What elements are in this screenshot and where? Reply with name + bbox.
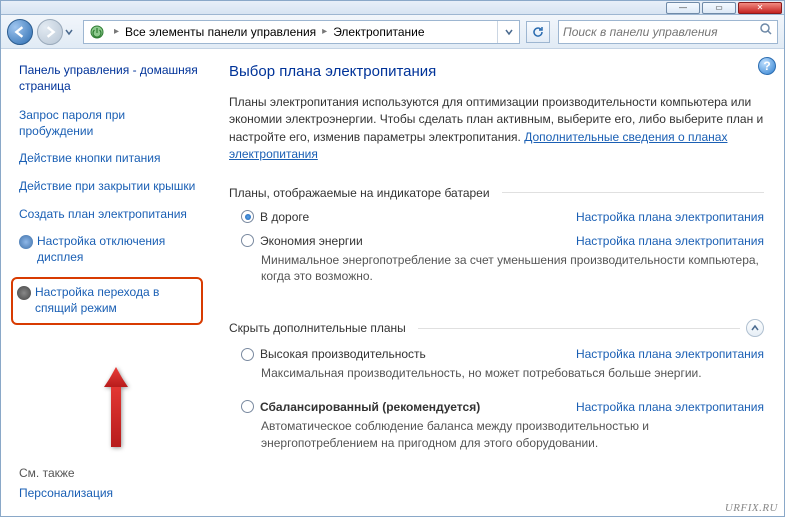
radio-icon: [241, 234, 254, 247]
section-label: Скрыть дополнительные планы: [229, 321, 406, 335]
window-frame: — ▭ ✕ ▸ Все элементы панели управления ▸…: [0, 0, 785, 517]
plan-name-label: Экономия энергии: [260, 234, 363, 248]
plan-settings-link[interactable]: Настройка плана электропитания: [576, 234, 764, 248]
plan-description: Минимальное энергопотребление за счет ум…: [241, 248, 764, 294]
shield-icon: [19, 235, 33, 249]
titlebar: — ▭ ✕: [1, 1, 784, 15]
divider: [502, 192, 764, 193]
plan-radio-power-saver[interactable]: Экономия энергии: [241, 234, 363, 248]
see-also-label: См. также: [19, 466, 199, 480]
plan-name-label: В дороге: [260, 210, 309, 224]
minimize-button[interactable]: —: [666, 2, 700, 14]
back-arrow-icon: [14, 26, 26, 38]
plan-description: Автоматическое соблюдение баланса между …: [241, 414, 764, 460]
sidebar-item-label: Создать план электропитания: [19, 207, 187, 223]
control-panel-home-link[interactable]: Панель управления - домашняя страница: [19, 63, 199, 94]
breadcrumb-separator: ▸: [318, 26, 331, 37]
plan-radio-high-performance[interactable]: Высокая производительность: [241, 347, 426, 361]
address-dropdown-button[interactable]: [497, 21, 519, 43]
radio-icon: [241, 400, 254, 413]
see-also-personalization[interactable]: Персонализация: [19, 486, 199, 502]
plan-high-performance: Высокая производительность Настройка пла…: [229, 341, 764, 394]
sidebar-item-label: Запрос пароля при пробуждении: [19, 108, 199, 139]
plan-settings-link[interactable]: Настройка плана электропитания: [576, 210, 764, 224]
breadcrumb-separator: ▸: [110, 26, 123, 37]
close-icon: ✕: [757, 3, 764, 12]
radio-icon: [241, 210, 254, 223]
search-input[interactable]: [563, 25, 759, 39]
maximize-button[interactable]: ▭: [702, 2, 736, 14]
plan-radio-balanced[interactable]: Сбалансированный (рекомендуется): [241, 400, 480, 414]
minimize-icon: —: [679, 3, 687, 12]
collapse-button[interactable]: [746, 319, 764, 337]
sidebar-item-label: Действие при закрытии крышки: [19, 179, 195, 195]
history-dropdown-icon[interactable]: [65, 27, 73, 37]
page-description: Планы электропитания используются для оп…: [229, 94, 764, 164]
annotation-arrow: [99, 367, 133, 452]
sidebar-item-label: Настройка перехода в спящий режим: [35, 285, 193, 316]
plan-name-label: Сбалансированный (рекомендуется): [260, 400, 480, 414]
sidebar-item-sleep-settings[interactable]: Настройка перехода в спящий режим: [11, 277, 203, 324]
radio-icon: [241, 348, 254, 361]
help-icon: ?: [763, 59, 770, 73]
search-icon: [759, 22, 773, 41]
sidebar-item-power-button[interactable]: Действие кнопки питания: [19, 151, 199, 167]
address-bar[interactable]: ▸ Все элементы панели управления ▸ Элект…: [83, 20, 520, 44]
sidebar-item-label: Действие кнопки питания: [19, 151, 161, 167]
sidebar-item-password-on-wake[interactable]: Запрос пароля при пробуждении: [19, 108, 199, 139]
section-shown-plans: Планы, отображаемые на индикаторе батаре…: [229, 186, 764, 200]
plan-power-saver: Экономия энергии Настройка плана электро…: [229, 228, 764, 298]
chevron-up-icon: [751, 324, 759, 332]
forward-arrow-icon: [44, 26, 56, 38]
content-area: Панель управления - домашняя страница За…: [1, 49, 784, 516]
page-title: Выбор плана электропитания: [229, 63, 764, 80]
plan-radio-on-the-go[interactable]: В дороге: [241, 210, 309, 224]
see-also-section: См. также Персонализация: [19, 458, 199, 506]
maximize-icon: ▭: [715, 3, 723, 12]
sidebar-item-label: Настройка отключения дисплея: [37, 234, 199, 265]
navbar: ▸ Все элементы панели управления ▸ Элект…: [1, 15, 784, 49]
sidebar-item-label: Персонализация: [19, 486, 113, 502]
plan-settings-link[interactable]: Настройка плана электропитания: [576, 347, 764, 361]
plan-description: Максимальная производительность, но може…: [241, 361, 764, 390]
breadcrumb-item-2[interactable]: Электропитание: [331, 21, 426, 43]
back-button[interactable]: [7, 19, 33, 45]
main-panel: ? Выбор плана электропитания Планы элект…: [209, 49, 784, 516]
watermark: URFIX.RU: [725, 502, 778, 514]
sidebar-item-create-plan[interactable]: Создать план электропитания: [19, 207, 199, 223]
forward-button[interactable]: [37, 19, 63, 45]
search-box[interactable]: [558, 20, 778, 44]
power-options-icon: [87, 22, 107, 42]
shield-icon: [17, 286, 31, 300]
refresh-icon: [531, 25, 545, 39]
plan-settings-link[interactable]: Настройка плана электропитания: [576, 400, 764, 414]
breadcrumb-item-1[interactable]: Все элементы панели управления: [123, 21, 318, 43]
plan-balanced: Сбалансированный (рекомендуется) Настрой…: [229, 394, 764, 464]
chevron-down-icon: [505, 28, 513, 36]
close-button[interactable]: ✕: [738, 2, 782, 14]
sidebar-item-display-off[interactable]: Настройка отключения дисплея: [19, 234, 199, 265]
section-hidden-plans: Скрыть дополнительные планы: [229, 319, 764, 337]
section-label: Планы, отображаемые на индикаторе батаре…: [229, 186, 490, 200]
plan-on-the-go: В дороге Настройка плана электропитания: [229, 204, 764, 228]
help-button[interactable]: ?: [758, 57, 776, 75]
refresh-button[interactable]: [526, 21, 550, 43]
plan-name-label: Высокая производительность: [260, 347, 426, 361]
sidebar-item-lid-close[interactable]: Действие при закрытии крышки: [19, 179, 199, 195]
divider: [418, 328, 740, 329]
